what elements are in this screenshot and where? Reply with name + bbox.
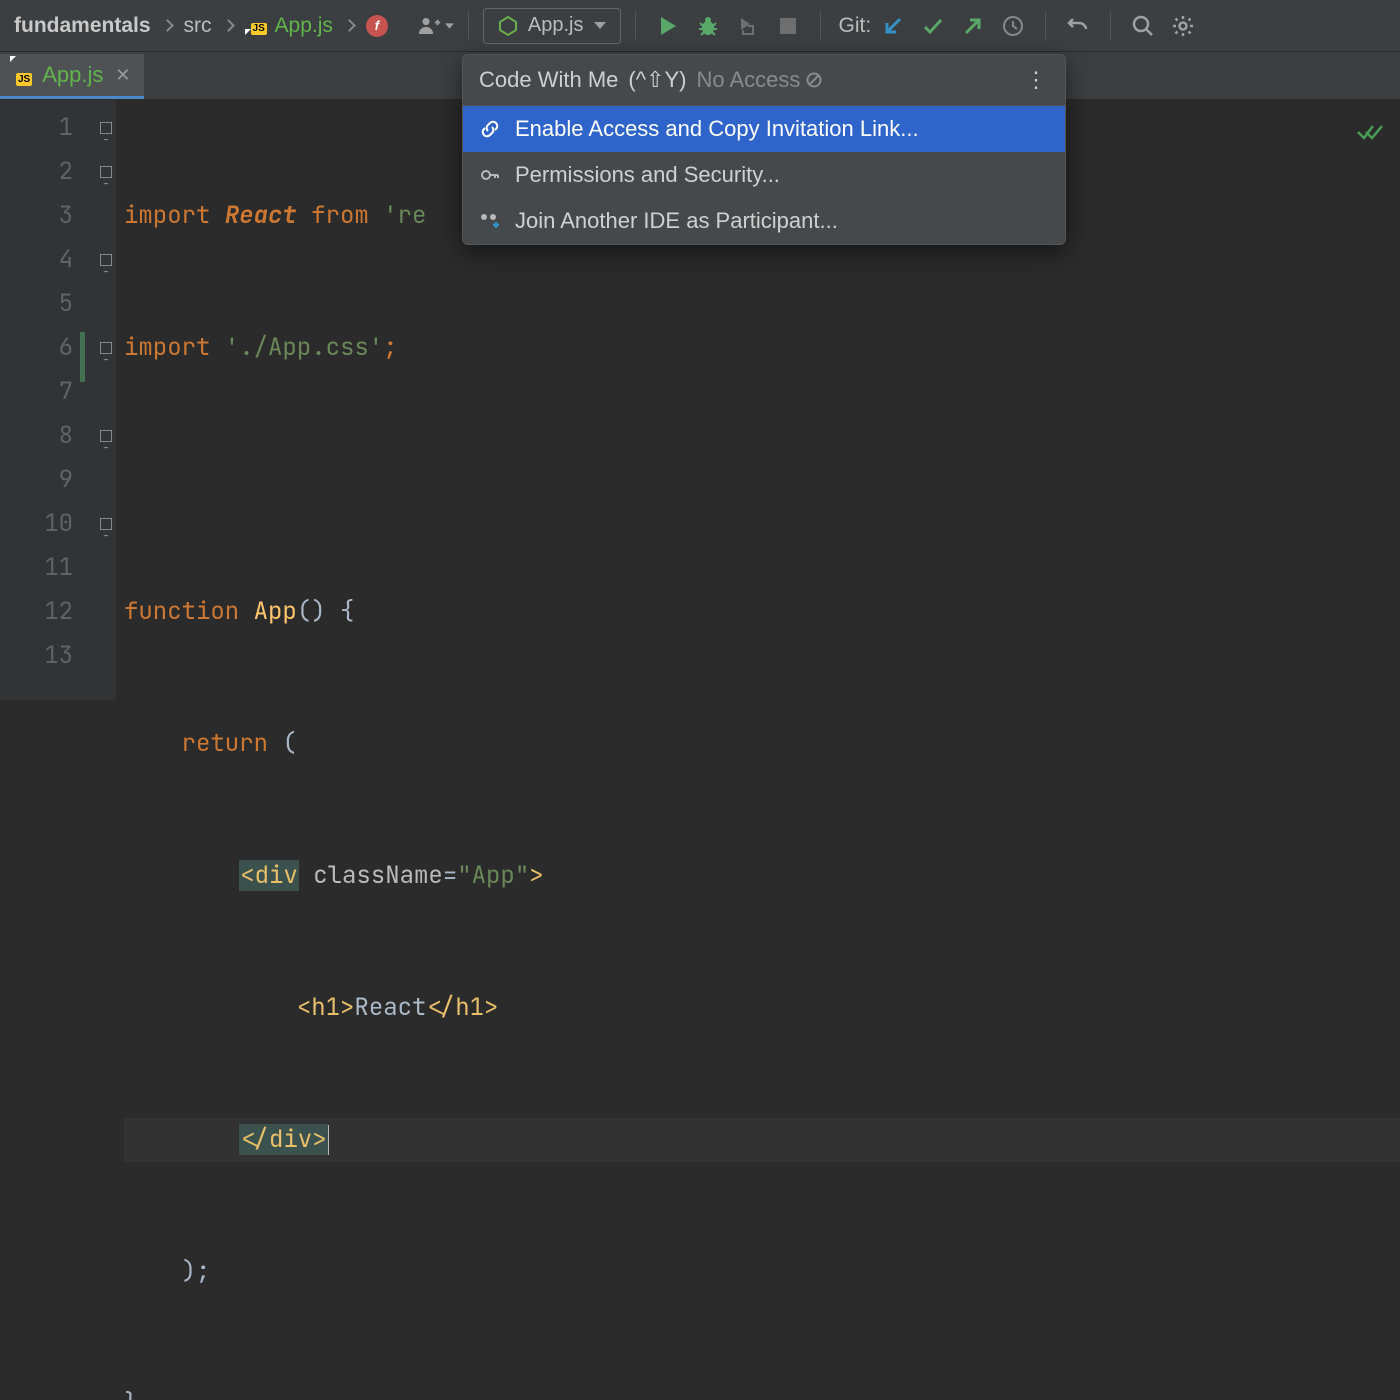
navigation-bar: fundamentals src JS App.js f (0, 0, 1400, 52)
coverage-icon (737, 15, 759, 37)
line-number[interactable]: 11 (0, 546, 73, 590)
gear-icon (1171, 14, 1195, 38)
undo-button[interactable] (1060, 8, 1096, 44)
fold-toggle-icon[interactable] (100, 122, 112, 134)
separator (1045, 12, 1046, 40)
popup-item-label: Permissions and Security... (515, 162, 780, 188)
breadcrumb-symbol[interactable]: f (358, 11, 396, 41)
popup-item-label: Join Another IDE as Participant... (515, 208, 838, 234)
fold-column (96, 100, 116, 700)
stop-button[interactable] (770, 8, 806, 44)
run-button[interactable] (650, 8, 686, 44)
search-icon (1132, 15, 1154, 37)
popup-item-enable-access[interactable]: Enable Access and Copy Invitation Link..… (463, 106, 1065, 152)
chevron-right-icon (343, 19, 356, 32)
fold-toggle-icon[interactable] (100, 166, 112, 178)
fold-toggle-icon[interactable] (100, 518, 112, 530)
git-push-button[interactable] (955, 8, 991, 44)
undo-icon (1067, 16, 1089, 36)
separator (820, 12, 821, 40)
line-number[interactable]: 7 (0, 370, 73, 414)
text-caret (328, 1125, 329, 1155)
git-pull-button[interactable] (875, 8, 911, 44)
arrow-down-left-icon (883, 16, 903, 36)
run-config-selector[interactable]: App.js (483, 8, 621, 44)
breadcrumb-folder-label: src (184, 14, 212, 38)
key-icon (479, 164, 501, 186)
breadcrumb-project-label: fundamentals (14, 14, 151, 38)
popup-item-label: Enable Access and Copy Invitation Link..… (515, 116, 919, 142)
line-number[interactable]: 1 (0, 106, 73, 150)
bug-icon (697, 15, 719, 37)
line-number[interactable]: 8 (0, 414, 73, 458)
stop-icon (780, 18, 796, 34)
code-with-me-popup: Code With Me (^⇧Y) No Access ⋮ Enable Ac… (462, 54, 1066, 245)
separator (635, 12, 636, 40)
line-number[interactable]: 9 (0, 458, 73, 502)
fold-toggle-icon[interactable] (100, 342, 112, 354)
vcs-change-marker[interactable] (80, 332, 85, 382)
user-add-icon (418, 15, 441, 37)
git-label: Git: (839, 14, 872, 38)
chevron-down-icon (594, 22, 606, 30)
popup-status: No Access (696, 67, 822, 93)
close-icon[interactable]: ✕ (115, 65, 130, 86)
breadcrumb-file-label: App.js (275, 14, 333, 38)
search-button[interactable] (1125, 8, 1161, 44)
line-number[interactable]: 4 (0, 238, 73, 282)
git-commit-button[interactable] (915, 8, 951, 44)
join-participants-icon (479, 210, 501, 232)
popup-header: Code With Me (^⇧Y) No Access ⋮ (463, 55, 1065, 106)
breadcrumb-file[interactable]: JS App.js (237, 10, 341, 42)
popup-title: Code With Me (479, 67, 618, 93)
inspection-ok-icon[interactable] (1356, 120, 1384, 150)
popup-item-permissions[interactable]: Permissions and Security... (463, 152, 1065, 198)
settings-button[interactable] (1165, 8, 1201, 44)
function-member-icon: f (366, 15, 388, 37)
chevron-down-icon (445, 23, 454, 29)
line-number[interactable]: 3 (0, 194, 73, 238)
code-with-me-button[interactable] (418, 8, 454, 44)
line-number[interactable]: 13 (0, 634, 73, 678)
breadcrumb-folder[interactable]: src (176, 10, 220, 42)
arrow-up-right-icon (963, 16, 983, 36)
separator (468, 12, 469, 40)
js-file-icon: JS (245, 17, 267, 35)
js-file-icon: JS (10, 62, 32, 88)
run-coverage-button[interactable] (730, 8, 766, 44)
line-number[interactable]: 10 (0, 502, 73, 546)
fold-toggle-icon[interactable] (100, 430, 112, 442)
line-number[interactable]: 5 (0, 282, 73, 326)
no-access-icon (806, 72, 822, 88)
line-number[interactable]: 6 (0, 326, 73, 370)
git-history-button[interactable] (995, 8, 1031, 44)
breadcrumb: fundamentals src JS App.js f (6, 10, 396, 42)
chevron-right-icon (222, 19, 235, 32)
run-config-label: App.js (528, 14, 584, 37)
breadcrumb-project[interactable]: fundamentals (6, 10, 159, 42)
line-gutter: 1 2 3 4 5 6 7 8 9 10 11 12 13 (0, 100, 96, 700)
clock-icon (1002, 15, 1024, 37)
nodejs-icon (498, 16, 518, 36)
more-options-icon[interactable]: ⋮ (1025, 67, 1049, 93)
line-number[interactable]: 2 (0, 150, 73, 194)
chevron-right-icon (161, 19, 174, 32)
tab-app-js[interactable]: JS App.js ✕ (0, 54, 144, 99)
play-icon (659, 16, 677, 36)
link-icon (479, 118, 501, 140)
tab-label: App.js (42, 62, 103, 88)
checkmark-icon (922, 16, 944, 36)
line-number[interactable]: 12 (0, 590, 73, 634)
popup-item-join-ide[interactable]: Join Another IDE as Participant... (463, 198, 1065, 244)
fold-toggle-icon[interactable] (100, 254, 112, 266)
separator (1110, 12, 1111, 40)
debug-button[interactable] (690, 8, 726, 44)
popup-shortcut: (^⇧Y) (628, 67, 686, 93)
